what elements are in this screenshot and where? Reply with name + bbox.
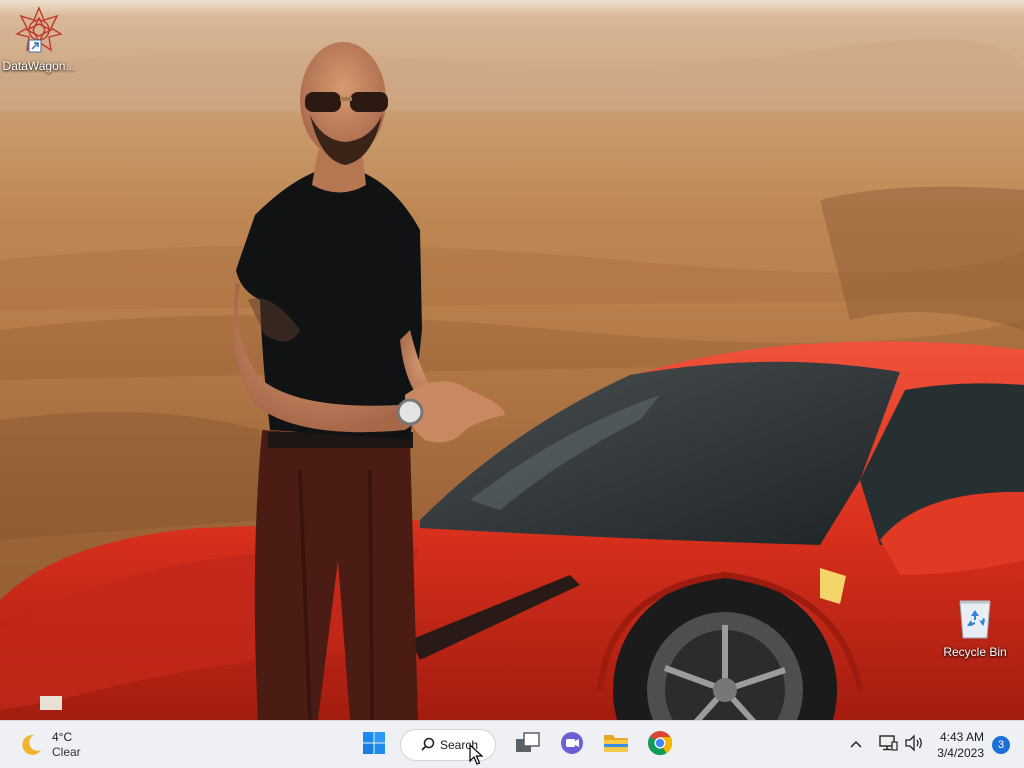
chevron-up-icon: [849, 736, 863, 754]
wallpaper-photo: [0, 0, 1024, 720]
datawagon-logo-icon: [0, 6, 78, 57]
desktop-icon-label: DataWagon...: [2, 59, 76, 73]
desktop-icon-label: Recycle Bin: [943, 645, 1007, 659]
file-explorer-icon: [603, 731, 629, 760]
chrome-button[interactable]: [642, 727, 678, 763]
volume-button[interactable]: [903, 733, 925, 757]
start-button[interactable]: [356, 727, 392, 763]
notification-badge[interactable]: 3: [992, 736, 1010, 754]
network-icon: [878, 734, 898, 757]
taskbar: 4°C Clear Search 4:43 AM 3/4/2023 3: [0, 720, 1024, 768]
mouse-cursor-icon: [469, 744, 483, 765]
red-sports-car: [0, 341, 1024, 720]
speaker-icon: [904, 733, 924, 757]
teams-chat-button[interactable]: [554, 727, 590, 763]
task-view-icon: [515, 731, 541, 759]
recycle-bin-icon: [936, 596, 1014, 643]
weather-temperature: 4°C: [52, 730, 73, 744]
taskbar-center: Search: [356, 727, 686, 763]
weather-text: 4°C Clear: [52, 730, 81, 760]
show-hidden-icons-button[interactable]: [845, 734, 867, 756]
system-tray: 4:43 AM 3/4/2023 3: [841, 727, 1010, 763]
desktop: DataWagon... Recycle Bin 4°C Clear Searc…: [0, 0, 1024, 768]
crescent-moon-icon: [18, 732, 44, 758]
taskbar-clock[interactable]: 4:43 AM 3/4/2023: [937, 729, 984, 761]
weather-widget[interactable]: 4°C Clear: [18, 728, 81, 762]
network-button[interactable]: [877, 734, 899, 756]
teams-chat-icon: [559, 730, 585, 761]
desktop-icon-recycle-bin[interactable]: Recycle Bin: [936, 596, 1014, 659]
task-view-button[interactable]: [510, 727, 546, 763]
desktop-wallpaper: [0, 0, 1024, 720]
weather-condition: Clear: [52, 745, 81, 759]
chrome-icon: [647, 730, 673, 761]
clock-time: 4:43 AM: [939, 730, 984, 744]
windows-start-icon: [362, 731, 386, 760]
desktop-icon-datawagon[interactable]: DataWagon...: [0, 6, 78, 73]
file-explorer-button[interactable]: [598, 727, 634, 763]
search-icon: [421, 737, 435, 754]
clock-date: 3/4/2023: [937, 746, 984, 760]
